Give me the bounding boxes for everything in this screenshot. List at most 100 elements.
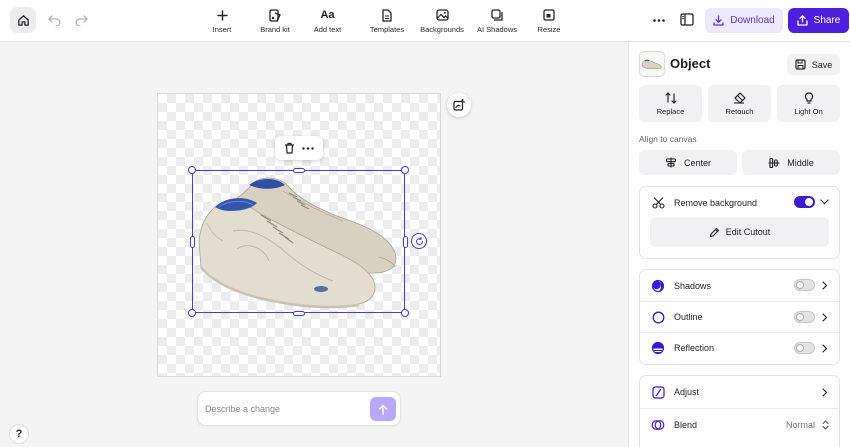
pencil-icon — [709, 227, 719, 237]
adjust-icon — [651, 385, 665, 399]
rotate-icon — [415, 236, 423, 245]
light-on-label: Light On — [794, 106, 823, 116]
resize-handle-top[interactable] — [293, 168, 305, 173]
replace-icon — [664, 91, 677, 104]
chevron-down-icon[interactable] — [819, 197, 829, 207]
describe-change-input[interactable] — [205, 401, 365, 417]
share-button[interactable]: Share — [788, 8, 849, 33]
align-middle-button[interactable]: Middle — [742, 150, 840, 175]
ai-edit-button[interactable] — [447, 93, 471, 117]
edit-cutout-label: Edit Cutout — [725, 227, 771, 237]
home-icon — [17, 14, 29, 26]
align-center-icon — [665, 157, 677, 168]
reflection-row[interactable]: Reflection — [640, 332, 839, 363]
resize-handle-top-left[interactable] — [188, 166, 196, 174]
templates-tool[interactable]: Templates — [367, 8, 407, 34]
resize-handle-right[interactable] — [403, 236, 408, 248]
undo-button[interactable] — [45, 11, 63, 29]
chevron-right-icon[interactable] — [820, 312, 830, 322]
arrow-up-icon — [378, 404, 388, 415]
adjust-label: Adjust — [674, 387, 700, 397]
download-button[interactable]: Download — [705, 8, 783, 33]
adjust-card: Adjust Blend Normal — [639, 375, 840, 447]
replace-button[interactable]: Replace — [639, 85, 702, 122]
retouch-icon — [734, 91, 746, 104]
save-icon — [795, 59, 806, 70]
resize-label: Resize — [537, 25, 561, 34]
rotate-handle[interactable] — [411, 233, 427, 249]
redo-icon — [74, 14, 88, 26]
insert-label: Insert — [212, 25, 232, 34]
remove-background-toggle[interactable] — [794, 196, 815, 208]
help-button[interactable]: ? — [9, 424, 29, 444]
reflection-icon — [651, 341, 665, 355]
shadows-toggle[interactable] — [794, 279, 815, 291]
prompt-send-button[interactable] — [370, 397, 396, 421]
ai-shadows-icon — [491, 9, 503, 21]
align-to-canvas-label: Align to canvas — [639, 134, 697, 144]
trash-icon[interactable] — [284, 142, 295, 154]
resize-handle-bottom[interactable] — [293, 311, 305, 316]
retouch-label: Retouch — [725, 106, 754, 116]
blend-row[interactable]: Blend Normal — [640, 408, 839, 440]
chevron-right-icon[interactable] — [820, 387, 830, 397]
reflection-toggle[interactable] — [794, 342, 815, 354]
templates-label: Templates — [369, 25, 405, 34]
selection-box[interactable] — [192, 170, 405, 313]
edit-cutout-button[interactable]: Edit Cutout — [650, 217, 829, 247]
share-icon — [797, 15, 808, 26]
chevron-right-icon[interactable] — [820, 280, 830, 290]
light-on-button[interactable]: Light On — [777, 85, 840, 122]
chevron-right-icon[interactable] — [820, 343, 830, 353]
brand-kit-tool[interactable]: Brand kit — [258, 8, 292, 34]
download-label: Download — [730, 15, 775, 26]
backgrounds-icon — [435, 9, 449, 21]
save-button[interactable]: Save — [787, 54, 840, 75]
more-horizontal-icon — [653, 18, 665, 22]
text-icon: Aa — [320, 9, 335, 21]
adjust-row[interactable]: Adjust — [640, 376, 839, 408]
magic-edit-icon — [453, 99, 465, 111]
chevron-updown-icon[interactable] — [820, 420, 830, 430]
more-horizontal-icon[interactable] — [302, 146, 314, 150]
ai-shadows-tool[interactable]: AI Shadows — [476, 8, 518, 34]
resize-handle-bottom-right[interactable] — [401, 309, 409, 317]
sidebar-panel-icon — [680, 13, 694, 26]
backgrounds-tool[interactable]: Backgrounds — [418, 8, 466, 34]
remove-background-row[interactable]: Remove background — [640, 187, 839, 218]
scissors-icon — [651, 197, 665, 209]
align-center-label: Center — [683, 157, 711, 168]
bulb-icon — [804, 91, 813, 104]
outline-row[interactable]: Outline — [640, 301, 839, 332]
blend-mode-value[interactable]: Normal — [786, 420, 815, 430]
toggle-panel-button[interactable] — [680, 13, 694, 27]
insert-tool[interactable]: Insert — [211, 8, 233, 34]
brand-kit-label: Brand kit — [260, 25, 290, 34]
resize-tool[interactable]: Resize — [537, 8, 561, 34]
resize-handle-left[interactable] — [190, 236, 195, 248]
retouch-button[interactable]: Retouch — [708, 85, 771, 122]
resize-handle-bottom-left[interactable] — [188, 309, 196, 317]
add-text-tool[interactable]: Aa Add text — [311, 8, 344, 34]
resize-icon — [543, 9, 555, 21]
shoe-thumbnail-icon — [641, 59, 662, 70]
object-thumbnail — [639, 51, 665, 77]
top-toolbar: Insert Brand kit Aa Add text Templates B… — [0, 0, 850, 42]
resize-handle-top-right[interactable] — [401, 166, 409, 174]
blend-icon — [651, 419, 665, 430]
outline-toggle[interactable] — [794, 311, 815, 323]
properties-panel: Object Save Replace Retouch Light On Ali… — [628, 42, 850, 447]
more-options-button[interactable] — [650, 13, 668, 27]
redo-button[interactable] — [72, 11, 90, 29]
ai-prompt-box — [197, 391, 401, 426]
undo-icon — [47, 14, 61, 26]
panel-title: Object — [670, 56, 711, 71]
align-middle-label: Middle — [787, 157, 814, 168]
canvas-area[interactable]: ? — [0, 42, 628, 447]
shadows-row[interactable]: Shadows — [640, 270, 839, 301]
download-icon — [713, 15, 724, 26]
align-center-button[interactable]: Center — [639, 150, 737, 175]
save-label: Save — [811, 59, 833, 70]
home-button[interactable] — [10, 7, 36, 33]
shadows-icon — [651, 279, 665, 292]
